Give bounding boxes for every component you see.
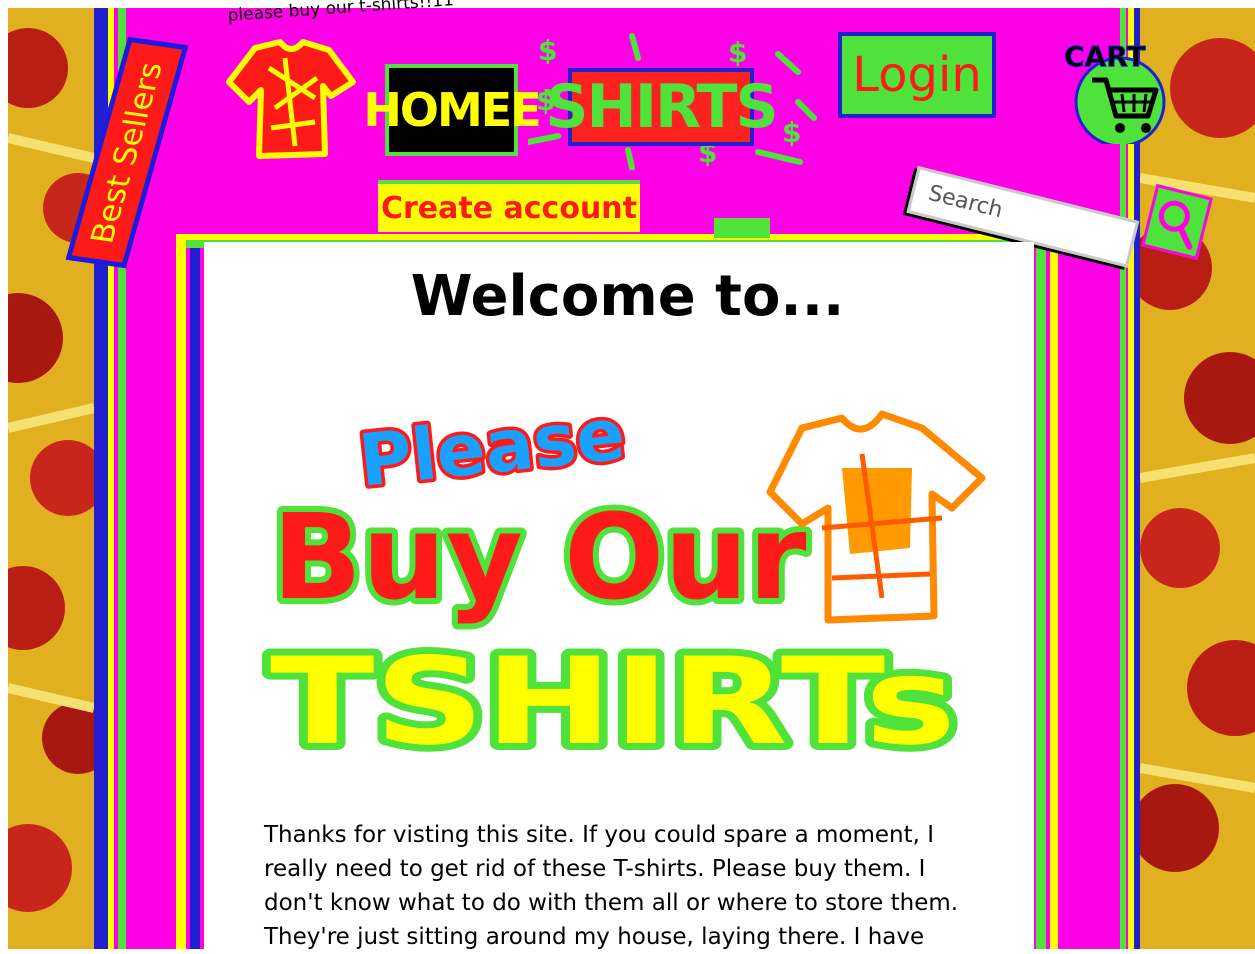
create-account-label: Create account	[380, 190, 637, 226]
create-account-button[interactable]: Create account	[378, 180, 640, 232]
magnifier-icon	[1158, 200, 1193, 250]
banner-line2: Buy Our	[272, 488, 806, 626]
banner-line3: TSHIRTs	[270, 633, 956, 772]
pizza-background-left	[8, 8, 94, 949]
shopping-cart-icon[interactable]: CART	[1062, 36, 1166, 144]
pizza-background-right	[1140, 8, 1255, 949]
home-label: HOMEE	[363, 83, 541, 137]
please-buy-our-tshirts-banner: Please Buy Our TSHIRTs	[263, 398, 986, 779]
login-label: Login	[852, 47, 982, 103]
welcome-heading: Welcome to...	[410, 264, 845, 329]
shirts-label: SHIRTS	[545, 72, 778, 142]
search-placeholder: Search	[925, 180, 1006, 224]
shirts-button[interactable]: SHIRTS	[545, 68, 779, 146]
tshirt-icon[interactable]	[225, 38, 357, 160]
cart-label: CART	[1064, 40, 1146, 73]
login-button[interactable]: Login	[838, 32, 996, 118]
home-button[interactable]: HOMEE	[363, 64, 542, 156]
intro-paragraph: Thanks for visting this site. If you cou…	[264, 822, 959, 950]
